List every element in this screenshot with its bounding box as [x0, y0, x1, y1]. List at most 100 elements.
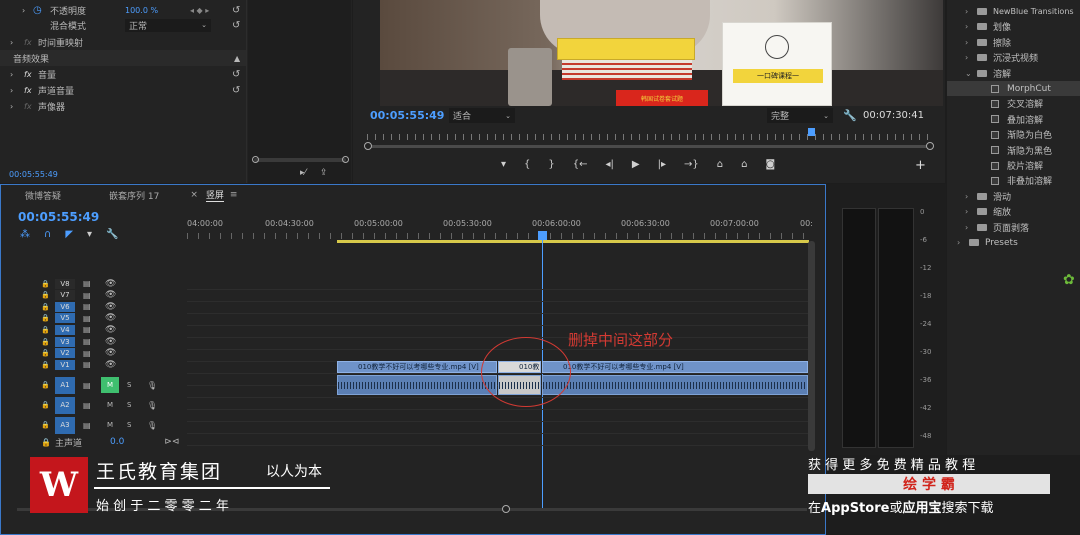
chevron-right-icon[interactable]: ›: [965, 207, 968, 216]
microphone-icon[interactable]: 🎙: [147, 381, 157, 390]
eye-icon[interactable]: 👁: [105, 348, 116, 358]
eye-icon[interactable]: 👁: [105, 325, 116, 335]
mark-out-icon[interactable]: }: [548, 159, 554, 170]
track-target[interactable]: V1: [55, 359, 75, 370]
stopwatch-icon[interactable]: ◷: [33, 5, 42, 16]
solo-button[interactable]: S: [127, 421, 131, 429]
effect-folder[interactable]: › 滑动: [947, 189, 1080, 204]
zoom-handle-left[interactable]: [364, 142, 372, 150]
track-target[interactable]: A2: [55, 396, 75, 414]
mute-button[interactable]: M: [101, 377, 119, 393]
zoom-scrollbar[interactable]: [254, 158, 346, 162]
play-audio-icon[interactable]: ▸⁄: [300, 168, 306, 178]
track-target[interactable]: A1: [55, 376, 75, 394]
snap-icon[interactable]: ∩: [44, 229, 51, 240]
work-area-bar[interactable]: [337, 240, 809, 243]
program-timecode[interactable]: 00:05:55:49: [370, 109, 444, 122]
toggle-sync-icon[interactable]: ▤: [83, 337, 91, 346]
track-target[interactable]: V2: [55, 348, 75, 359]
lock-icon[interactable]: 🔒: [41, 280, 50, 288]
timeline-timecode[interactable]: 00:05:55:49: [18, 210, 99, 224]
track-target[interactable]: V4: [55, 324, 75, 335]
toggle-sync-icon[interactable]: ▤: [83, 401, 91, 410]
h-scroll-handle[interactable]: [502, 505, 510, 513]
effect-folder[interactable]: ⌄ 溶解: [947, 66, 1080, 81]
effect-item[interactable]: 非叠加溶解: [947, 173, 1080, 188]
toggle-sync-icon[interactable]: ▤: [83, 291, 91, 300]
chevron-right-icon[interactable]: ›: [965, 22, 968, 31]
settings-wrench-icon[interactable]: 🔧: [106, 229, 118, 240]
effect-item[interactable]: 胶片溶解: [947, 158, 1080, 173]
reset-icon[interactable]: ↺: [232, 20, 240, 31]
track-target[interactable]: V7: [55, 290, 75, 301]
effect-item[interactable]: 交叉溶解: [947, 96, 1080, 111]
effect-folder[interactable]: › 页面剥落: [947, 220, 1080, 235]
zoom-handle-right[interactable]: [926, 142, 934, 150]
extract-icon[interactable]: ⌂: [741, 159, 747, 170]
keyframe-nav-icon[interactable]: ◂ ◆ ▸: [190, 6, 209, 15]
chevron-right-icon[interactable]: ›: [965, 7, 968, 16]
channel-volume-row[interactable]: › fx 声道音量 ↺: [0, 82, 246, 98]
clip-v1-left[interactable]: 010教学不好可以考哪些专业.mp4 [V]: [337, 361, 497, 373]
marker-icon[interactable]: ▾: [501, 159, 506, 170]
lock-icon[interactable]: 🔒: [41, 314, 50, 322]
effect-folder[interactable]: › 缩放: [947, 204, 1080, 219]
chevron-right-icon[interactable]: ›: [965, 38, 968, 47]
effect-folder[interactable]: › NewBlue Transitions: [947, 4, 1080, 19]
track-target[interactable]: V5: [55, 313, 75, 324]
track-target[interactable]: V6: [55, 301, 75, 312]
lock-icon[interactable]: 🔒: [41, 349, 50, 357]
eye-icon[interactable]: 👁: [105, 360, 116, 370]
toggle-sync-icon[interactable]: ▤: [83, 302, 91, 311]
solo-button[interactable]: S: [127, 401, 131, 409]
effect-folder[interactable]: › 沉浸式视频: [947, 50, 1080, 65]
lift-icon[interactable]: ⌂: [717, 159, 723, 170]
add-button-icon[interactable]: +: [915, 158, 926, 173]
go-to-out-icon[interactable]: →}: [684, 159, 699, 170]
timeline-v-scrollbar[interactable]: [808, 241, 815, 451]
eye-icon[interactable]: 👁: [105, 279, 116, 289]
chevron-right-icon[interactable]: ›: [957, 238, 960, 247]
toggle-sync-icon[interactable]: ▤: [83, 421, 91, 430]
lock-icon[interactable]: 🔒: [41, 361, 50, 369]
eye-icon[interactable]: 👁: [105, 313, 116, 323]
toggle-sync-icon[interactable]: ▤: [83, 314, 91, 323]
time-remap-row[interactable]: › fx 时间重映射: [0, 34, 246, 50]
wrench-icon[interactable]: 🔧: [843, 109, 857, 122]
lock-icon[interactable]: 🔒: [41, 291, 50, 299]
effect-folder[interactable]: › Presets: [947, 235, 1080, 250]
collapse-icon[interactable]: ▲: [234, 54, 240, 63]
tab-nested-sequence[interactable]: 嵌套序列 17: [109, 189, 159, 202]
close-icon[interactable]: ×: [190, 190, 198, 200]
clip-a1-right[interactable]: [542, 375, 808, 395]
eye-icon[interactable]: 👁: [105, 302, 116, 312]
toggle-sync-icon[interactable]: ▤: [83, 325, 91, 334]
lock-icon[interactable]: 🔒: [41, 401, 50, 409]
tab-weibo[interactable]: 微博答疑: [25, 189, 61, 202]
effect-item[interactable]: 渐隐为白色: [947, 127, 1080, 142]
export-icon[interactable]: ⇪: [320, 168, 328, 178]
scroll-handle-left[interactable]: [252, 156, 259, 163]
timeline-ruler[interactable]: 04:00:00 00:04:30:00 00:05:00:00 00:05:30:0…: [187, 215, 813, 245]
reset-icon[interactable]: ↺: [232, 69, 240, 80]
chevron-down-icon[interactable]: ⌄: [965, 69, 972, 78]
go-to-in-icon[interactable]: {←: [573, 159, 588, 170]
panner-row[interactable]: › fx 声像器: [0, 98, 246, 114]
play-icon[interactable]: ▶: [632, 159, 640, 170]
blend-select[interactable]: 正常 ⌄: [125, 18, 211, 32]
track-target[interactable]: V3: [55, 336, 75, 347]
toggle-sync-icon[interactable]: ▤: [83, 381, 91, 390]
effect-item[interactable]: MorphCut: [947, 81, 1080, 96]
chevron-right-icon[interactable]: ›: [965, 192, 968, 201]
microphone-icon[interactable]: 🎙: [147, 401, 157, 410]
microphone-icon[interactable]: 🎙: [147, 421, 157, 430]
reset-icon[interactable]: ↺: [232, 85, 240, 96]
program-time-ruler[interactable]: [367, 128, 932, 142]
scroll-handle-right[interactable]: [342, 156, 349, 163]
add-marker-icon[interactable]: ▾: [87, 229, 92, 240]
step-forward-icon[interactable]: |▸: [658, 159, 666, 170]
go-to-end-icon[interactable]: ⊳⊲: [164, 437, 179, 447]
reset-icon[interactable]: ↺: [232, 5, 240, 16]
lock-icon[interactable]: 🔒: [41, 438, 51, 447]
opacity-value[interactable]: 100.0 %: [125, 6, 158, 15]
